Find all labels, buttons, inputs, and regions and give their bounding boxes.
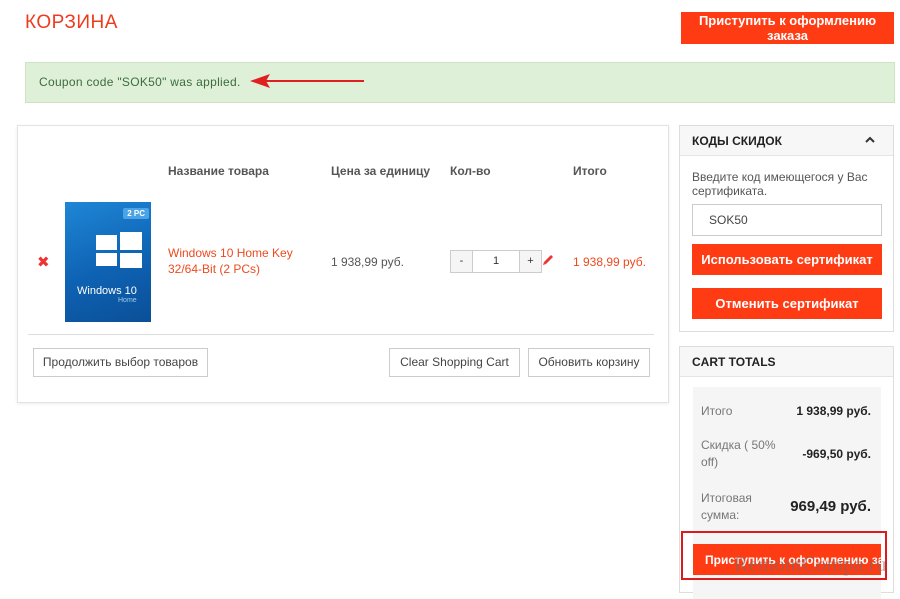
discount-value: -969,50 руб. (802, 447, 871, 461)
cart-totals-header: CART TOTALS (680, 347, 893, 377)
checkout-button-top[interactable]: Приступить к оформлению заказа (681, 12, 894, 44)
coupon-hint: Введите код имеющегося у Вас сертификата… (692, 170, 868, 198)
update-cart-button[interactable]: Обновить корзину (528, 348, 650, 377)
quantity-increase-button[interactable]: + (519, 250, 542, 273)
header-quantity: Кол-во (450, 164, 491, 178)
coupon-applied-notice: Coupon code "SOK50" was applied. (25, 62, 895, 103)
coupon-notice-text: Coupon code "SOK50" was applied. (39, 75, 241, 89)
header-unit-price: Цена за единицу (331, 164, 430, 178)
discount-codes-panel: КОДЫ СКИДОК Введите код имеющегося у Вас… (679, 125, 894, 332)
grand-total-value: 969,49 руб. (790, 498, 871, 515)
discount-label: Скидка ( 50% off) (701, 438, 776, 469)
grand-total-label: Итоговая сумма: (701, 491, 752, 522)
cancel-coupon-button[interactable]: Отменить сертификат (692, 288, 882, 319)
header-product-name: Название товара (168, 164, 269, 178)
quantity-input[interactable]: 1 (473, 250, 519, 273)
quantity-stepper: - 1 + (450, 250, 542, 273)
edit-pencil-icon[interactable] (542, 253, 555, 266)
windows-logo-icon (96, 232, 142, 268)
header-total: Итого (573, 164, 607, 178)
arrow-left-icon (250, 74, 364, 88)
apply-coupon-button[interactable]: Использовать сертификат (692, 244, 882, 275)
product-image-title: Windows 10 (77, 285, 137, 297)
quantity-decrease-button[interactable]: - (450, 250, 473, 273)
page-title: КОРЗИНА (25, 12, 118, 33)
discount-codes-header[interactable]: КОДЫ СКИДОК (680, 126, 893, 156)
cart-totals-title: CART TOTALS (692, 355, 776, 369)
unit-price: 1 938,99 руб. (331, 255, 404, 269)
cart-table: Название товара Цена за единицу Кол-во И… (17, 125, 669, 403)
discount-codes-title: КОДЫ СКИДОК (692, 134, 782, 148)
subtotal-label: Итого (701, 404, 733, 418)
chevron-up-icon[interactable] (865, 136, 875, 143)
divider (28, 334, 654, 335)
product-image-subtitle: Home (118, 297, 137, 304)
clear-cart-button[interactable]: Clear Shopping Cart (389, 348, 520, 377)
coupon-code-input[interactable]: SOK50 (692, 204, 882, 236)
row-total: 1 938,99 руб. (573, 255, 646, 269)
watermark: RemontCompa.ru (734, 552, 887, 576)
subtotal-value: 1 938,99 руб. (796, 404, 871, 418)
continue-shopping-button[interactable]: Продолжить выбор товаров (33, 348, 208, 377)
remove-item-icon[interactable]: ✖ (37, 253, 50, 271)
product-image-badge: 2 PC (123, 208, 149, 219)
product-name-link[interactable]: Windows 10 Home Key 32/64-Bit (2 PCs) (168, 245, 308, 277)
product-image[interactable]: 2 PC Windows 10 Home (65, 202, 151, 322)
